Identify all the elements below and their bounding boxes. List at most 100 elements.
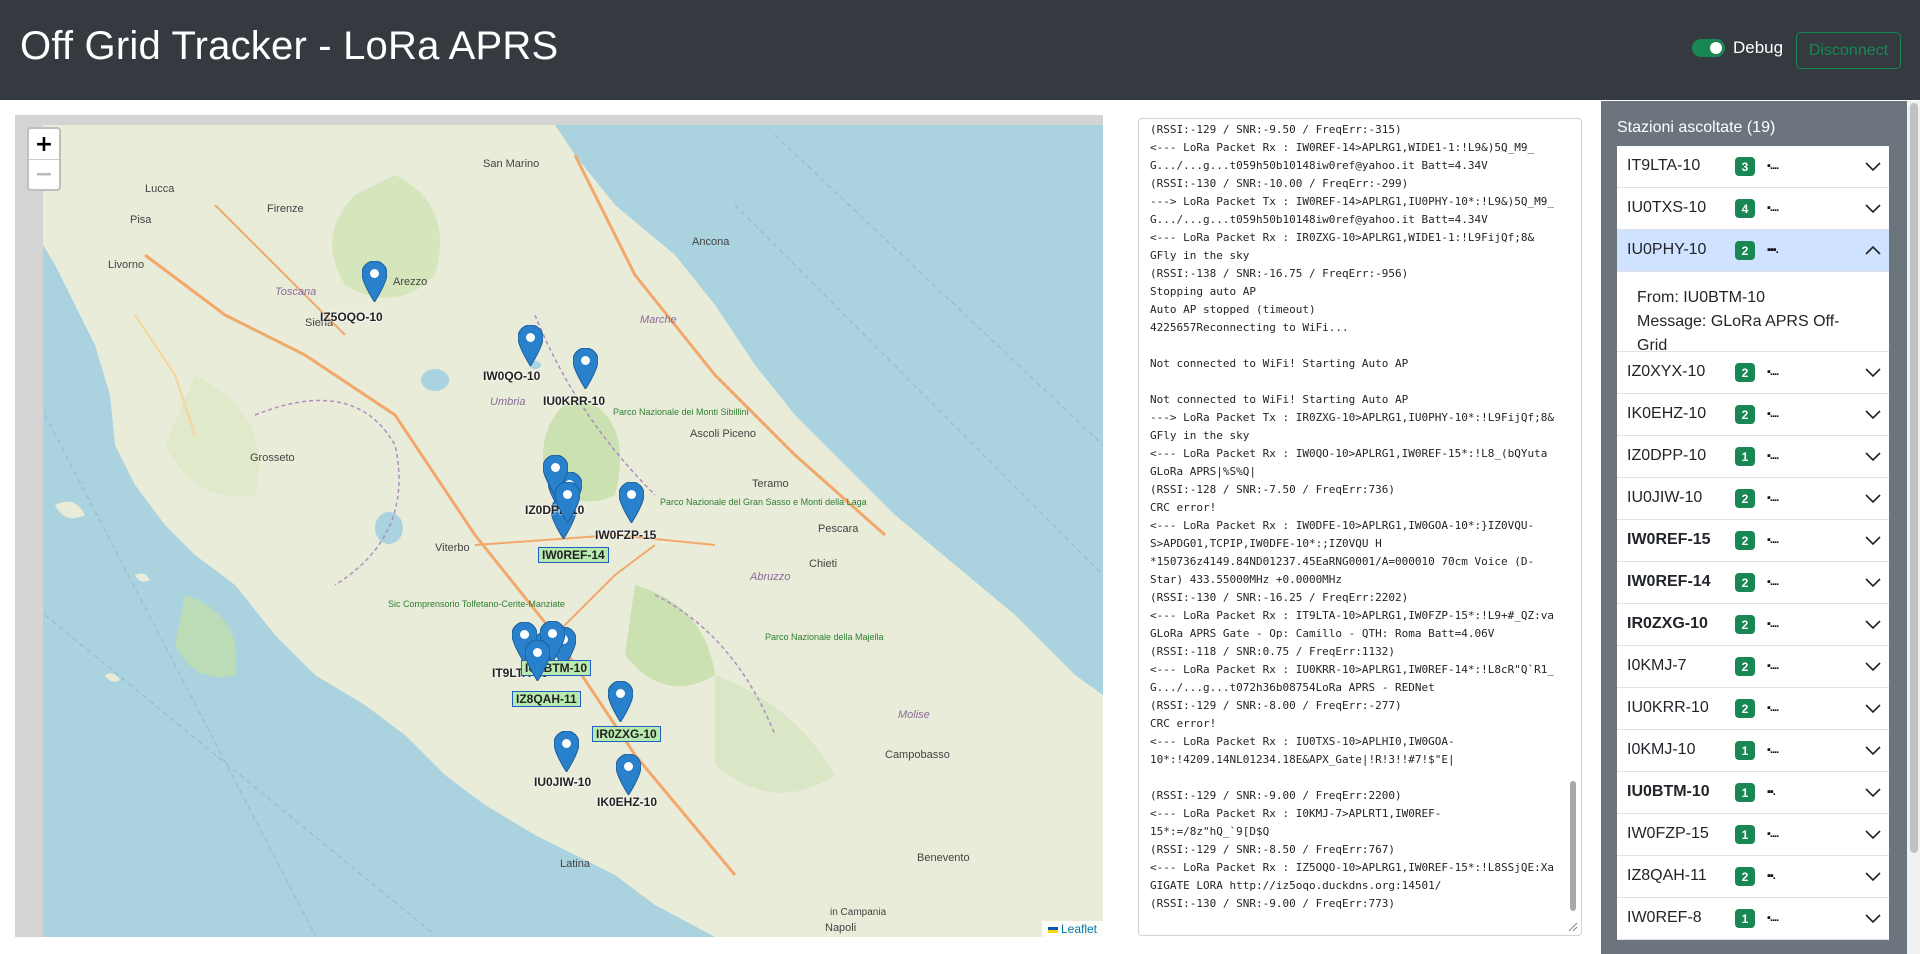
chevron-down-icon[interactable] <box>1865 786 1881 798</box>
station-detail: From: IU0BTM-10 Message: GLoRa APRS Off-G… <box>1617 272 1889 354</box>
signal-strength-icon: ▪.... <box>1767 702 1779 714</box>
map-place-name: San Marino <box>483 158 539 170</box>
chevron-down-icon[interactable] <box>1865 828 1881 840</box>
marker-label: IZ5OQO-10 <box>320 310 383 324</box>
attribution-link[interactable]: Leaflet <box>1061 922 1097 936</box>
station-item[interactable]: IT9LTA-10 3 ▪.... <box>1617 146 1889 188</box>
chevron-up-icon[interactable] <box>1865 244 1881 256</box>
chevron-down-icon[interactable] <box>1865 160 1881 172</box>
station-item[interactable]: IW0FZP-15 1 ▪.... <box>1617 814 1889 856</box>
marker-label: IR0ZXG-10 <box>592 726 661 742</box>
debug-log-textarea[interactable]: (RSSI:-129 / SNR:-9.50 / FreqErr:-315) <… <box>1138 118 1582 936</box>
station-count-badge: 2 <box>1735 489 1755 508</box>
station-count-badge: 1 <box>1735 447 1755 466</box>
station-item[interactable]: IW0REF-15 2 ▪.... <box>1617 520 1889 562</box>
map-place-name: Campobasso <box>885 749 950 761</box>
chevron-down-icon[interactable] <box>1865 408 1881 420</box>
chevron-down-icon[interactable] <box>1865 702 1881 714</box>
station-callsign: I0KMJ-10 <box>1627 741 1696 758</box>
log-scrollbar-thumb[interactable] <box>1570 781 1576 911</box>
chevron-down-icon[interactable] <box>1865 744 1881 756</box>
station-count-badge: 2 <box>1735 699 1755 718</box>
station-item[interactable]: IZ0XYX-10 2 ▪.... <box>1617 352 1889 394</box>
map-pin-icon[interactable] <box>572 347 599 390</box>
station-item[interactable]: I0KMJ-10 1 ▪.... <box>1617 730 1889 772</box>
map-place-name: Ascoli Piceno <box>690 428 756 440</box>
signal-strength-icon: ▪▪▪. <box>1767 244 1779 256</box>
station-item[interactable]: I0KMJ-7 2 ▪.... <box>1617 646 1889 688</box>
stations-accordion: IT9LTA-10 3 ▪.... IU0TXS-10 4 ▪.... IU0PHY-10 2… <box>1617 146 1889 940</box>
chevron-down-icon[interactable] <box>1865 450 1881 462</box>
toggle-knob <box>1710 42 1722 54</box>
signal-strength-icon: ▪.... <box>1767 160 1779 172</box>
app-title: Off Grid Tracker - LoRa APRS <box>20 24 559 68</box>
map-pin-icon[interactable] <box>618 481 645 524</box>
station-item[interactable]: IK0EHZ-10 2 ▪.... <box>1617 394 1889 436</box>
map-place-name: Parco Nazionale dei Monti Sibillini <box>613 407 749 417</box>
map-place-name: in Campania <box>830 907 887 918</box>
map-place-name: Chieti <box>809 558 837 570</box>
station-callsign: I0KMJ-7 <box>1627 657 1687 674</box>
map-pin-icon[interactable] <box>615 753 642 796</box>
map-place-name: Parco Nazionale della Majella <box>765 632 884 642</box>
page-scrollbar-thumb[interactable] <box>1910 103 1918 853</box>
station-item[interactable]: IZ8QAH-11 2 ▪▪. <box>1617 856 1889 898</box>
station-callsign: IU0JIW-10 <box>1627 489 1703 506</box>
station-item[interactable]: IR0ZXG-10 2 ▪.... <box>1617 604 1889 646</box>
map-pin-icon[interactable] <box>361 260 388 303</box>
zoom-in-button[interactable]: + <box>29 129 59 159</box>
signal-strength-icon: ▪▪. <box>1767 870 1776 882</box>
signal-strength-icon: ▪.... <box>1767 912 1779 924</box>
station-item[interactable]: IU0TXS-10 4 ▪.... <box>1617 188 1889 230</box>
station-item[interactable]: IU0BTM-10 1 ▪▪. <box>1617 772 1889 814</box>
chevron-down-icon[interactable] <box>1865 618 1881 630</box>
stations-title: Stazioni ascoltate (19) <box>1617 119 1776 136</box>
page-scrollbar[interactable] <box>1907 101 1920 954</box>
chevron-down-icon[interactable] <box>1865 534 1881 546</box>
map-place-name: Latina <box>560 858 591 870</box>
map-place-name: Benevento <box>917 852 970 864</box>
map-attribution[interactable]: Leaflet <box>1041 921 1103 937</box>
station-item[interactable]: IZ0DPP-10 1 ▪.... <box>1617 436 1889 478</box>
map-place-name: Viterbo <box>435 542 470 554</box>
map-place-name: Pisa <box>130 214 152 226</box>
chevron-down-icon[interactable] <box>1865 912 1881 924</box>
map-pin-icon[interactable] <box>517 324 544 367</box>
station-item[interactable]: IW0REF-8 1 ▪.... <box>1617 898 1889 940</box>
chevron-down-icon[interactable] <box>1865 366 1881 378</box>
station-callsign: IT9LTA-10 <box>1627 157 1701 174</box>
map-pin-icon[interactable] <box>607 680 634 723</box>
map-pin-icon[interactable] <box>553 730 580 773</box>
resize-handle-icon[interactable] <box>1568 922 1578 932</box>
zoom-out-button[interactable]: − <box>29 159 59 189</box>
map-panel[interactable]: San Marino Firenze Lucca Pisa Livorno Si… <box>15 115 1103 937</box>
map-place-name: Toscana <box>275 286 316 298</box>
station-count-badge: 1 <box>1735 909 1755 928</box>
chevron-down-icon[interactable] <box>1865 202 1881 214</box>
chevron-down-icon[interactable] <box>1865 492 1881 504</box>
marker-label: IW0REF-14 <box>538 547 609 563</box>
signal-strength-icon: ▪.... <box>1767 576 1779 588</box>
station-item[interactable]: IU0KRR-10 2 ▪.... <box>1617 688 1889 730</box>
map-place-name: Ancona <box>692 236 730 248</box>
station-callsign: IR0ZXG-10 <box>1627 615 1708 632</box>
log-scrollbar[interactable] <box>1567 121 1579 933</box>
debug-label: Debug <box>1733 38 1784 57</box>
signal-strength-icon: ▪.... <box>1767 618 1779 630</box>
map-place-name: Sic Comprensorio Tolfetano-Cerite-Manzia… <box>388 599 565 609</box>
signal-strength-icon: ▪.... <box>1767 408 1779 420</box>
map-place-name: Firenze <box>267 203 304 215</box>
disconnect-button[interactable]: Disconnect <box>1796 32 1901 69</box>
map-pin-icon[interactable] <box>524 639 551 682</box>
station-item[interactable]: IU0JIW-10 2 ▪.... <box>1617 478 1889 520</box>
station-item[interactable]: IW0REF-14 2 ▪.... <box>1617 562 1889 604</box>
station-count-badge: 1 <box>1735 741 1755 760</box>
map-place-name: Teramo <box>752 478 789 490</box>
chevron-down-icon[interactable] <box>1865 576 1881 588</box>
station-item[interactable]: IU0PHY-10 2 ▪▪▪. <box>1617 230 1889 272</box>
map-pin-icon[interactable] <box>554 481 581 524</box>
chevron-down-icon[interactable] <box>1865 660 1881 672</box>
marker-label: IK0EHZ-10 <box>597 795 658 809</box>
debug-toggle-switch[interactable] <box>1692 39 1725 57</box>
chevron-down-icon[interactable] <box>1865 870 1881 882</box>
